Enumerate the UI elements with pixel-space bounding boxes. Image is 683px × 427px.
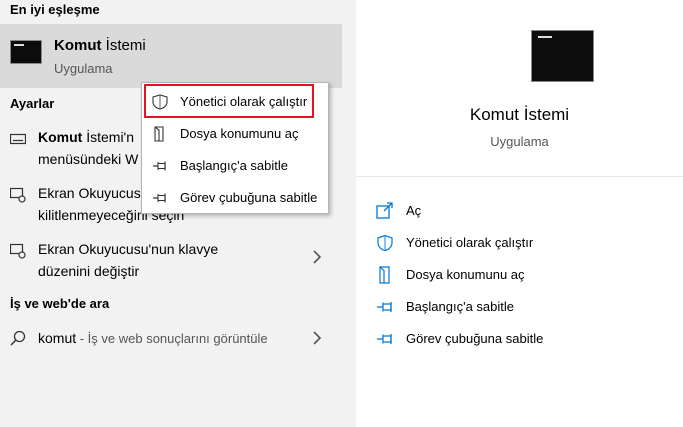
pin-icon: [152, 190, 168, 206]
app-details-pane: Komut İstemi Uygulama Aç Yönetici olarak…: [356, 0, 683, 427]
app-subtitle: Uygulama: [490, 134, 549, 149]
action-open[interactable]: Aç: [376, 200, 676, 224]
chevron-right-icon[interactable]: [312, 330, 322, 346]
action-pin-to-start[interactable]: Başlangıç'a sabitle: [376, 296, 676, 320]
divider: [356, 176, 683, 177]
narrator-icon: [10, 187, 26, 203]
command-prompt-icon: [531, 30, 594, 82]
pin-icon: [376, 330, 394, 348]
pin-icon: [376, 298, 394, 316]
highlight-box: [144, 84, 314, 118]
best-match-heading: En iyi eşleşme: [10, 2, 100, 17]
shield-icon: [376, 234, 394, 252]
pane-divider: [342, 0, 356, 427]
search-icon: [10, 330, 26, 346]
settings-heading: Ayarlar: [10, 96, 55, 111]
web-search-item[interactable]: komut - İş ve web sonuçlarını görüntüle: [0, 326, 342, 352]
ctx-pin-to-start[interactable]: Başlangıç'a sabitle: [142, 151, 328, 181]
file-location-icon: [152, 126, 168, 142]
web-search-heading: İş ve web'de ara: [10, 296, 110, 311]
app-title: Komut İstemi: [469, 105, 570, 124]
chevron-right-icon[interactable]: [312, 249, 322, 265]
best-match-subtitle: Uygulama: [54, 61, 113, 76]
open-icon: [376, 202, 394, 220]
pin-icon: [152, 158, 168, 174]
keyboard-icon: [10, 131, 26, 147]
file-location-icon: [376, 266, 394, 284]
action-run-as-admin[interactable]: Yönetici olarak çalıştır: [376, 232, 676, 256]
action-pin-to-taskbar[interactable]: Görev çubuğuna sabitle: [376, 328, 676, 352]
ctx-pin-to-taskbar[interactable]: Görev çubuğuna sabitle: [142, 183, 328, 213]
action-open-file-location[interactable]: Dosya konumunu aç: [376, 264, 676, 288]
best-match-item[interactable]: Komut İstemi Uygulama: [0, 24, 342, 88]
ctx-open-file-location[interactable]: Dosya konumunu aç: [142, 119, 328, 149]
settings-item-narrator-keyboard[interactable]: Ekran Okuyucusu'nun klavye düzenini değiş…: [0, 238, 342, 282]
command-prompt-icon: [10, 40, 42, 64]
best-match-title: Komut İstemi: [54, 37, 146, 54]
narrator-icon: [10, 243, 26, 259]
